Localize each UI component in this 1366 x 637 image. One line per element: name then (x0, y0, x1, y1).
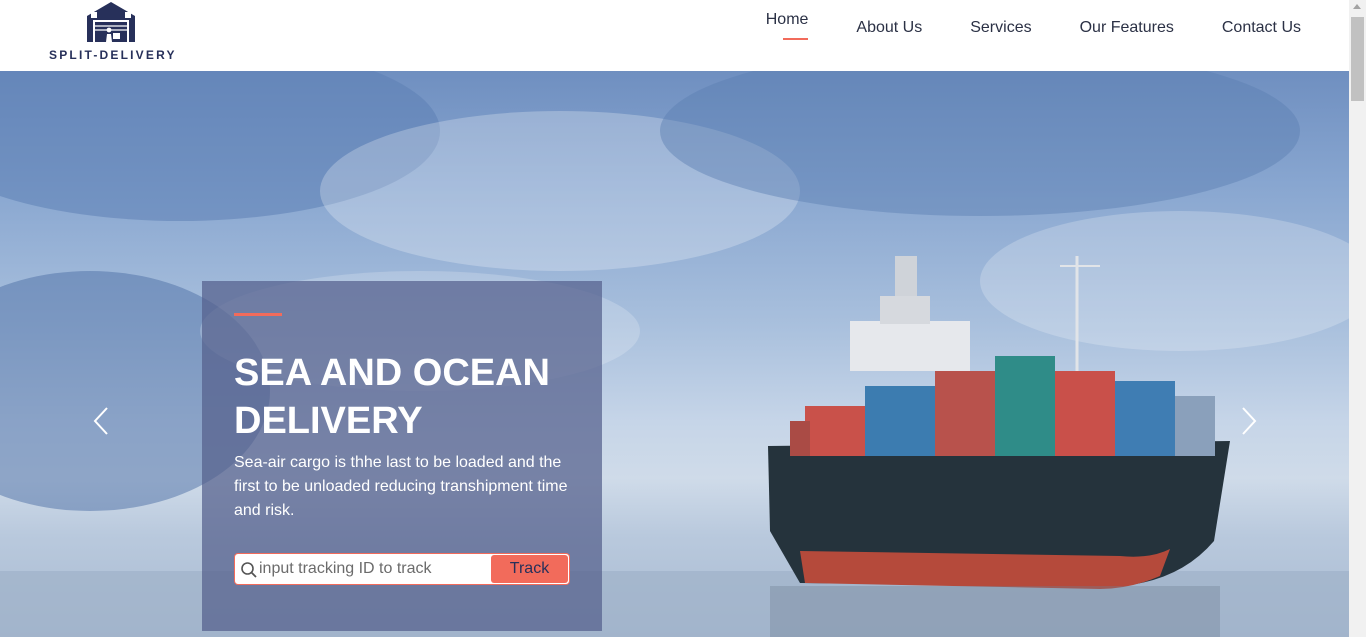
hero-caption-panel: SEA AND OCEAN DELIVERY Sea-air cargo is … (202, 281, 602, 631)
nav-our-features[interactable]: Our Features (1080, 19, 1174, 71)
brand-name: SPLIT-DELIVERY (49, 48, 177, 62)
accent-bar (234, 313, 282, 316)
scroll-up-arrow-icon[interactable] (1353, 4, 1361, 9)
brand-logo[interactable]: SPLIT-DELIVERY (48, 0, 178, 66)
tracking-id-input[interactable] (259, 556, 489, 582)
site-header: SPLIT-DELIVERY Home About Us Services Ou… (0, 0, 1349, 71)
page-scrollbar[interactable] (1349, 0, 1366, 637)
active-nav-indicator (782, 38, 808, 40)
nav-about-us[interactable]: About Us (856, 19, 922, 71)
nav-home-label: Home (765, 11, 809, 28)
search-icon (241, 562, 257, 578)
warehouse-logo-icon (87, 2, 135, 42)
tracking-form: Track (234, 553, 570, 585)
chevron-right-icon (1242, 407, 1257, 435)
hero-description: Sea-air cargo is thhe last to be loaded … (234, 454, 568, 519)
nav-contact-us[interactable]: Contact Us (1222, 19, 1301, 71)
main-nav: Home About Us Services Our Features Cont… (718, 0, 1301, 71)
scrollbar-thumb[interactable] (1351, 17, 1364, 101)
carousel-next-button[interactable] (1236, 405, 1260, 437)
nav-home[interactable]: Home (765, 11, 809, 71)
carousel-prev-button[interactable] (90, 405, 114, 437)
nav-services[interactable]: Services (970, 19, 1031, 71)
track-button[interactable]: Track (491, 555, 568, 583)
hero-title: SEA AND OCEAN DELIVERY (234, 352, 550, 442)
chevron-left-icon (93, 407, 108, 435)
